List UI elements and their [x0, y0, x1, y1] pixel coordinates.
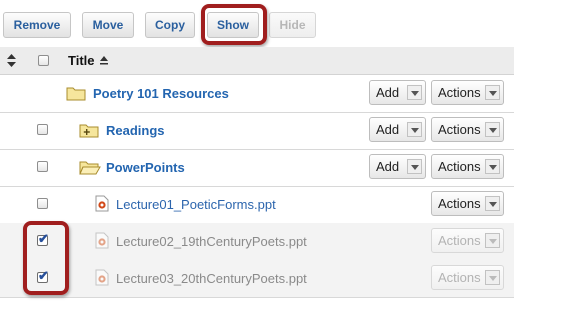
table-row: ✔ Lecture03_20thCenturyPoets.ppt Actions [0, 260, 514, 298]
copy-button[interactable]: Copy [145, 12, 195, 38]
add-dropdown[interactable]: Add [369, 117, 426, 142]
title-column-header[interactable]: Title [68, 53, 95, 68]
table-row: Lecture01_PoeticForms.ppt Actions [0, 186, 514, 224]
folder-link[interactable]: Readings [106, 123, 165, 138]
show-button-highlight [201, 4, 267, 45]
hide-button[interactable]: Hide [269, 12, 316, 38]
actions-dropdown[interactable]: Actions [431, 265, 504, 290]
actions-dropdown[interactable]: Actions [431, 228, 504, 253]
powerpoint-file-icon [95, 232, 109, 249]
sort-ascending-icon [100, 56, 108, 65]
table-row: Readings Add Actions [0, 112, 514, 150]
remove-button[interactable]: Remove [3, 12, 71, 38]
row-checkbox[interactable] [37, 161, 48, 172]
chevron-down-icon [407, 122, 422, 137]
file-link[interactable]: Lecture03_20thCenturyPoets.ppt [116, 271, 307, 286]
table-row: PowerPoints Add Actions [0, 149, 514, 187]
chevron-down-icon [407, 159, 422, 174]
chevron-down-icon [485, 159, 500, 174]
add-dropdown[interactable]: Add [369, 154, 426, 179]
row-checkbox[interactable] [37, 124, 48, 135]
chevron-down-icon [485, 85, 500, 100]
powerpoint-file-icon [95, 195, 109, 212]
checkbox-highlight [23, 221, 69, 295]
folder-icon [66, 87, 86, 101]
file-link[interactable]: Lecture01_PoeticForms.ppt [116, 197, 276, 212]
chevron-down-icon [485, 270, 500, 285]
folder-open-icon[interactable] [79, 159, 101, 175]
actions-dropdown[interactable]: Actions [431, 80, 504, 105]
folder-link[interactable]: PowerPoints [106, 160, 185, 175]
move-button[interactable]: Move [82, 12, 134, 38]
chevron-down-icon [407, 85, 422, 100]
file-link[interactable]: Lecture02_19thCenturyPoets.ppt [116, 234, 307, 249]
folder-expand-icon[interactable] [79, 122, 99, 138]
chevron-down-icon [485, 233, 500, 248]
sort-icon[interactable] [7, 54, 16, 67]
folder-link[interactable]: Poetry 101 Resources [93, 86, 229, 101]
row-checkbox[interactable] [37, 198, 48, 209]
actions-dropdown[interactable]: Actions [431, 191, 504, 216]
table-header: Title [0, 47, 514, 75]
chevron-down-icon [485, 196, 500, 211]
table-row: Poetry 101 Resources Add Actions [0, 75, 514, 113]
select-all-checkbox[interactable] [38, 55, 49, 66]
chevron-down-icon [485, 122, 500, 137]
table-row: ✔ Lecture02_19thCenturyPoets.ppt Actions [0, 223, 514, 261]
powerpoint-file-icon [95, 269, 109, 286]
add-dropdown[interactable]: Add [369, 80, 426, 105]
actions-dropdown[interactable]: Actions [431, 154, 504, 179]
actions-dropdown[interactable]: Actions [431, 117, 504, 142]
